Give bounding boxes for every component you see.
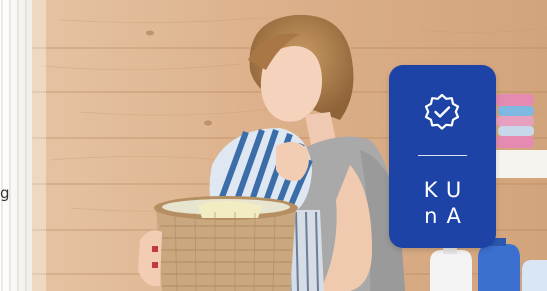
brand-logo-line2: nA [424, 204, 470, 228]
cropped-text: g [0, 184, 10, 202]
brand-logo-line1: KU [423, 178, 471, 202]
badge-divider [418, 155, 467, 156]
kuna-badge[interactable]: KU nA [389, 65, 496, 248]
verified-badge-check-icon [424, 93, 460, 130]
hero-banner: g KU nA [0, 0, 547, 291]
